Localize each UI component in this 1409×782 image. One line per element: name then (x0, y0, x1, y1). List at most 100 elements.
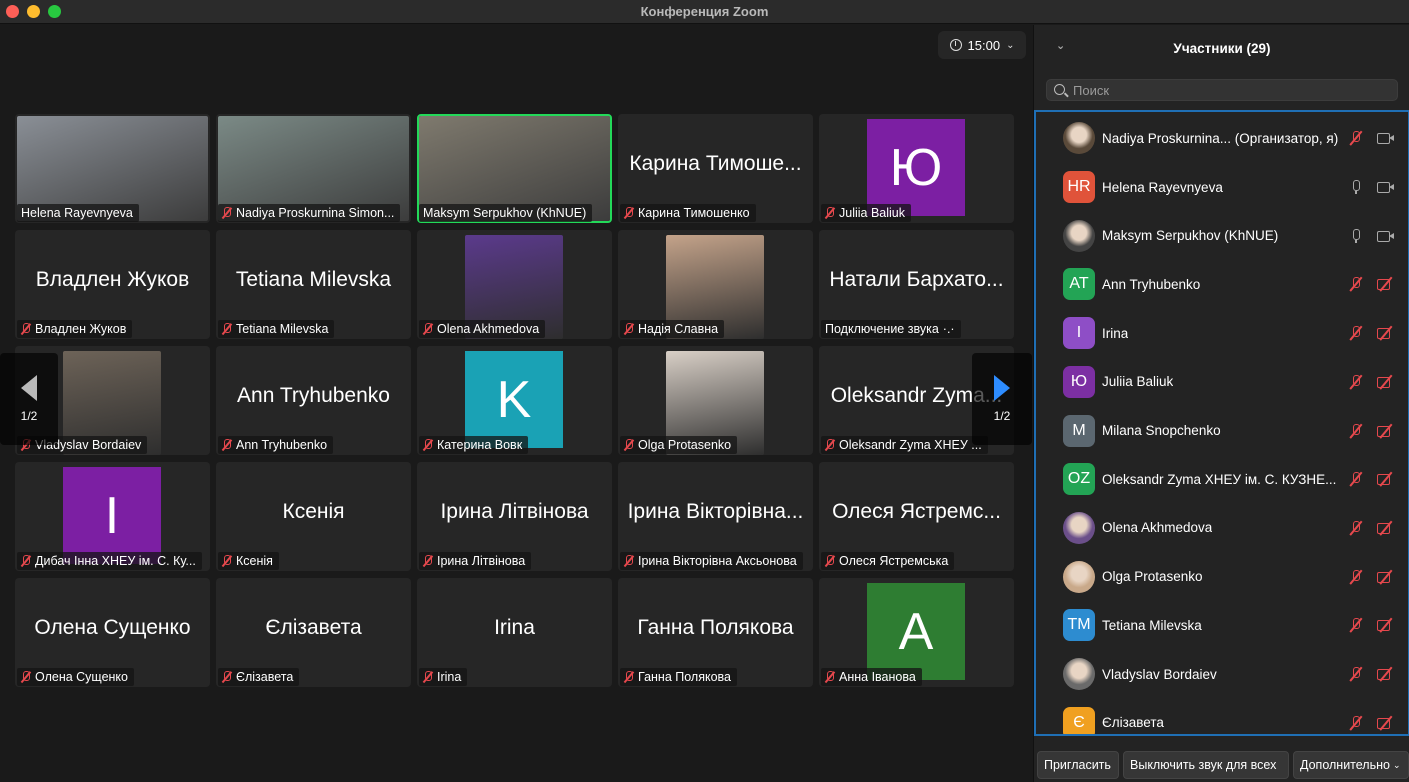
avatar: Є (1063, 706, 1095, 734)
video-off-icon[interactable] (1377, 425, 1395, 437)
name-label: Juliia Baliuk (821, 204, 912, 222)
avatar: TM (1063, 609, 1095, 642)
video-tile[interactable]: Єлізавета Єлізавета (216, 578, 411, 687)
video-tile[interactable]: Надія Славна (618, 230, 813, 339)
next-page-button[interactable]: 1/2 (972, 353, 1032, 445)
mic-muted-icon[interactable] (1349, 666, 1363, 682)
participant-name: Tetiana Milevska (236, 322, 329, 336)
mic-muted-icon[interactable] (1349, 520, 1363, 536)
video-tile[interactable]: Maksym Serpukhov (KhNUE) (417, 114, 612, 223)
microphone-icon[interactable] (1349, 228, 1363, 244)
video-tile[interactable]: Ганна Полякова Ганна Полякова (618, 578, 813, 687)
video-tile[interactable]: I Дибач Інна ХНЕУ ім. С. Ку... (15, 462, 210, 571)
video-tile[interactable]: Ірина Вікторівна... Ірина Вікторівна Аксь… (618, 462, 813, 571)
video-camera-icon[interactable] (1377, 230, 1395, 242)
name-label: Maksym Serpukhov (KhNUE) (419, 204, 593, 222)
mic-muted-icon[interactable] (1349, 423, 1363, 439)
participant-row[interactable]: Olga Protasenko (1036, 552, 1408, 601)
mic-muted-icon[interactable] (1349, 276, 1363, 292)
participant-row[interactable]: HR Helena Rayevnyeva (1036, 163, 1408, 212)
video-tile[interactable]: Nadiya Proskurnina Simon... (216, 114, 411, 223)
video-off-icon[interactable] (1377, 522, 1395, 534)
video-off-icon[interactable] (1377, 619, 1395, 632)
participant-row[interactable]: AT Ann Tryhubenko (1036, 260, 1408, 309)
video-off-icon[interactable] (1377, 376, 1395, 388)
video-tile[interactable]: Olga Protasenko (618, 346, 813, 455)
video-off-icon[interactable] (1377, 278, 1395, 291)
video-tile[interactable]: Ю Juliia Baliuk (819, 114, 1014, 223)
video-tile[interactable]: Олена Сущенко Олена Сущенко (15, 578, 210, 687)
mute-all-button[interactable]: Выключить звук для всех (1123, 751, 1289, 779)
participant-name: Helena Rayevnyeva (1102, 179, 1223, 195)
avatar (1063, 560, 1095, 593)
mic-muted-icon[interactable] (1349, 374, 1363, 390)
participant-search[interactable] (1046, 79, 1398, 101)
microphone-icon[interactable] (1349, 179, 1363, 195)
search-icon (1054, 84, 1065, 95)
participant-name: Подключение звука (825, 322, 939, 336)
video-tile[interactable]: Ann Tryhubenko Ann Tryhubenko (216, 346, 411, 455)
participant-row[interactable]: M Milana Snopchenko (1036, 406, 1408, 455)
participants-panel: ⌄ Участники (29) Nadiya Proskurnina... (… (1033, 25, 1409, 782)
participant-name: Milana Snopchenko (1102, 423, 1221, 439)
participant-row[interactable]: Vladyslav Bordaiev (1036, 650, 1408, 699)
mic-muted-icon[interactable] (1349, 715, 1363, 731)
participant-row[interactable]: Nadiya Proskurnina... (Организатор, я) (1036, 114, 1408, 163)
video-tile[interactable]: Владлен Жуков Владлен Жуков (15, 230, 210, 339)
video-off-icon[interactable] (1377, 571, 1395, 583)
invite-button[interactable]: Пригласить (1037, 751, 1119, 779)
zoom-window-button[interactable] (48, 5, 61, 18)
video-off-icon[interactable] (1377, 473, 1395, 486)
mic-muted-icon (423, 555, 433, 567)
participant-row[interactable]: Maksym Serpukhov (KhNUE) (1036, 211, 1408, 260)
participant-name: Ann Tryhubenko (236, 438, 328, 452)
participant-name: Ганна Полякова (638, 670, 731, 684)
video-tile[interactable]: Натали Бархато... Подключение звука ·.· (819, 230, 1014, 339)
video-tile[interactable]: Irina Irina (417, 578, 612, 687)
video-tile[interactable]: Ірина Літвінова Ірина Літвінова (417, 462, 612, 571)
video-off-icon[interactable] (1377, 717, 1395, 729)
arrow-left-icon (21, 375, 37, 401)
title-bar: Конференция Zoom (0, 0, 1409, 24)
video-tile[interactable]: K Катерина Вовк (417, 346, 612, 455)
close-window-button[interactable] (6, 5, 19, 18)
participant-list[interactable]: Nadiya Proskurnina... (Организатор, я) HR… (1034, 110, 1409, 736)
video-tile[interactable]: Tetiana Milevska Tetiana Milevska (216, 230, 411, 339)
mic-muted-icon (423, 323, 433, 335)
video-tile[interactable]: Helena Rayevnyeva (15, 114, 210, 223)
video-tile[interactable]: Ксенія Ксенія (216, 462, 411, 571)
participant-name: Дибач Інна ХНЕУ ім. С. Ку... (35, 554, 196, 568)
mic-muted-icon[interactable] (1349, 130, 1363, 146)
prev-page-button[interactable]: 1/2 (0, 353, 58, 445)
mic-muted-icon[interactable] (1349, 617, 1363, 633)
participant-row[interactable]: Ю Juliia Baliuk (1036, 358, 1408, 407)
minimize-window-button[interactable] (27, 5, 40, 18)
timer-value: 15:00 (967, 37, 1001, 53)
video-off-icon[interactable] (1377, 668, 1395, 681)
participant-name: Olga Protasenko (638, 438, 732, 452)
mic-muted-icon[interactable] (1349, 569, 1363, 585)
page-indicator-left: 1/2 (20, 409, 38, 423)
video-camera-icon[interactable] (1377, 181, 1395, 194)
name-label: Helena Rayevnyeva (17, 204, 139, 222)
video-tile[interactable]: Карина Тимоше... Карина Тимошенко (618, 114, 813, 223)
avatar (1063, 658, 1095, 691)
video-tile[interactable]: Олеся Ястремс... Олеся Ястремська (819, 462, 1014, 571)
participant-name: Катерина Вовк (437, 438, 523, 452)
search-input[interactable] (1073, 82, 1373, 98)
more-button[interactable]: Дополнительно ⌄ (1293, 751, 1409, 779)
participant-row[interactable]: Є Єлізавета (1036, 698, 1408, 734)
video-off-icon[interactable] (1377, 327, 1395, 340)
chevron-down-icon[interactable]: ⌄ (1056, 39, 1065, 52)
meeting-timer[interactable]: 15:00 ⌄ (938, 31, 1026, 59)
mic-muted-icon[interactable] (1349, 325, 1363, 341)
participant-name: Oleksandr Zyma ХНЕУ ... (839, 438, 982, 452)
mic-muted-icon[interactable] (1349, 471, 1363, 487)
participant-row[interactable]: TM Tetiana Milevska (1036, 601, 1408, 650)
participant-row[interactable]: OZ Oleksandr Zyma ХНЕУ ім. С. КУЗНЕ... (1036, 455, 1408, 504)
participant-row[interactable]: I Irina (1036, 309, 1408, 358)
video-tile[interactable]: Olena Akhmedova (417, 230, 612, 339)
video-tile[interactable]: A Анна Іванова (819, 578, 1014, 687)
participant-row[interactable]: Olena Akhmedova (1036, 504, 1408, 553)
video-camera-icon[interactable] (1377, 132, 1395, 145)
